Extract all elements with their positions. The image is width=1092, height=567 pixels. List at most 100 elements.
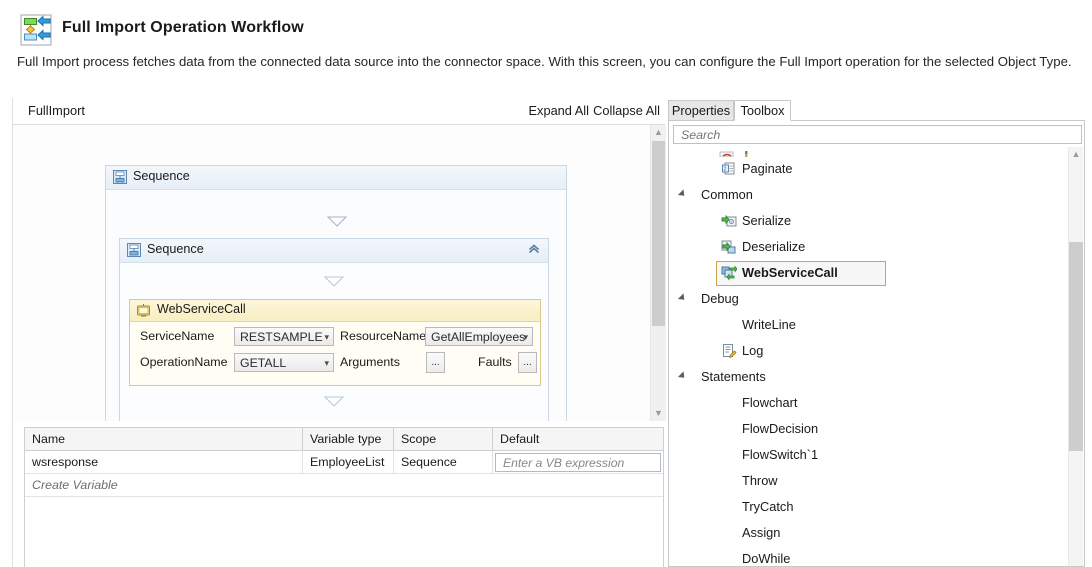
scroll-up-icon[interactable]: ▲ <box>651 125 666 140</box>
scroll-up-icon[interactable]: ▲ <box>1069 147 1083 161</box>
webservicecall-header[interactable]: WebServiceCall <box>130 300 540 322</box>
webservicecall-body: ServiceName RESTSAMPLE ▾ ResourceName Ge… <box>130 322 540 384</box>
toolbox-clipped-item[interactable] <box>670 147 1070 157</box>
toolbox-item-flowchart[interactable]: Flowchart <box>670 391 1070 417</box>
serialize-icon <box>721 213 737 229</box>
variables-grid[interactable]: Name Variable type Scope Default wsrespo… <box>24 427 664 567</box>
workflow-canvas[interactable]: Sequence Sequence WebServiceCall Service… <box>13 125 650 421</box>
toolbox-group-statements[interactable]: Statements <box>670 365 1070 391</box>
scroll-down-icon[interactable]: ▼ <box>651 406 666 421</box>
sequence-outer-header[interactable]: Sequence <box>106 166 566 190</box>
designer-toolbar: FullImport Expand All Collapse All <box>13 98 665 125</box>
toolbox-item-flowdecision[interactable]: FlowDecision <box>670 417 1070 443</box>
toolbox-item-label: Serialize <box>742 213 792 228</box>
sequence-icon <box>113 170 127 184</box>
toolbox-vertical-scrollbar[interactable]: ▲ <box>1068 147 1083 566</box>
variables-header-row: Name Variable type Scope Default <box>25 428 663 451</box>
chevron-down-icon: ▾ <box>324 358 329 368</box>
activity-webservicecall[interactable]: WebServiceCall ServiceName RESTSAMPLE ▾ … <box>129 299 541 386</box>
canvas-vertical-scrollbar[interactable]: ▲ ▼ <box>650 125 666 421</box>
workflow-designer-pane: FullImport Expand All Collapse All Seque… <box>12 98 666 567</box>
toolbox-item-paginate[interactable]: 2 Paginate <box>670 157 1070 183</box>
column-header-default[interactable]: Default <box>493 428 663 451</box>
toolbox-item-label: TryCatch <box>742 499 794 514</box>
resourcename-combobox[interactable]: GetAllEmployees ▾ <box>425 327 533 346</box>
tab-toolbox[interactable]: Toolbox <box>734 100 791 121</box>
tab-properties[interactable]: Properties <box>668 100 734 121</box>
drop-target-triangle-bottom[interactable] <box>323 394 345 407</box>
operationname-combobox[interactable]: GETALL ▾ <box>234 353 334 372</box>
field-label-operationname: OperationName <box>140 355 228 369</box>
toolbox-item-trycatch[interactable]: TryCatch <box>670 495 1070 521</box>
toolbox-item-label: Flowchart <box>742 395 798 410</box>
activity-sequence-outer[interactable]: Sequence Sequence WebServiceCall Service… <box>105 165 567 421</box>
chevron-down-icon: ▾ <box>523 332 528 342</box>
cell-variable-type[interactable]: EmployeeList <box>303 451 394 474</box>
cell-variable-scope[interactable]: Sequence <box>394 451 493 474</box>
sequence-inner-header[interactable]: Sequence <box>120 239 548 263</box>
expander-icon[interactable] <box>677 189 688 199</box>
webservicecall-icon <box>136 303 151 318</box>
double-chevron-up-icon[interactable] <box>526 242 542 258</box>
import-workflow-icon <box>19 13 53 47</box>
webservicecall-icon <box>721 265 738 281</box>
toolbox-pane: Properties Toolbox Search 2 Paginate Com… <box>668 100 1092 567</box>
svg-text:2: 2 <box>724 167 727 173</box>
toolbox-item-assign[interactable]: Assign <box>670 521 1070 547</box>
column-header-scope[interactable]: Scope <box>394 428 493 451</box>
column-header-variable-type[interactable]: Variable type <box>303 428 394 451</box>
field-label-arguments: Arguments <box>340 355 400 369</box>
toolbox-item-label: Deserialize <box>742 239 806 254</box>
cell-variable-name[interactable]: wsresponse <box>25 451 303 474</box>
toolbox-group-common[interactable]: Common <box>670 183 1070 209</box>
arguments-ellipsis-button[interactable]: ... <box>426 352 445 373</box>
variables-panel: Name Variable type Scope Default wsrespo… <box>13 423 665 567</box>
operationname-value: GETALL <box>240 356 287 370</box>
toolbox-item-label: FlowSwitch`1 <box>742 447 819 462</box>
drop-target-triangle-outer[interactable] <box>326 214 348 227</box>
breadcrumb[interactable]: FullImport <box>28 103 85 118</box>
resourcename-value: GetAllEmployees <box>431 330 526 344</box>
toolbox-item-webservicecall[interactable]: WebServiceCall <box>670 261 1070 287</box>
toolbox-item-dowhile[interactable]: DoWhile <box>670 547 1070 566</box>
toolbox-group-label: Debug <box>701 291 739 306</box>
activity-sequence-inner[interactable]: Sequence WebServiceCall ServiceName REST… <box>119 238 549 421</box>
create-variable-label[interactable]: Create Variable <box>25 474 663 497</box>
canvas-scroll-thumb[interactable] <box>652 141 665 326</box>
paginate-icon: 2 <box>721 161 737 177</box>
servicename-combobox[interactable]: RESTSAMPLE ▾ <box>234 327 334 346</box>
toolbox-item-label: Paginate <box>742 161 793 176</box>
collapse-all-link[interactable]: Collapse All <box>593 103 660 118</box>
toolbox-group-label: Common <box>701 187 753 202</box>
log-icon <box>721 343 737 359</box>
faults-ellipsis-button[interactable]: ... <box>518 352 537 373</box>
toolbox-item-label: WebServiceCall <box>742 265 838 280</box>
webservicecall-label: WebServiceCall <box>157 302 246 316</box>
column-header-name[interactable]: Name <box>25 428 303 451</box>
toolbox-item-log[interactable]: Log <box>670 339 1070 365</box>
toolbox-item-serialize[interactable]: Serialize <box>670 209 1070 235</box>
toolbox-item-flowswitch[interactable]: FlowSwitch`1 <box>670 443 1070 469</box>
cell-variable-default-input[interactable]: Enter a VB expression <box>495 453 661 472</box>
toolbox-scroll-thumb[interactable] <box>1069 242 1083 451</box>
toolbox-item-throw[interactable]: Throw <box>670 469 1070 495</box>
drop-target-triangle-inner[interactable] <box>323 274 345 287</box>
sequence-inner-label: Sequence <box>147 242 204 256</box>
expander-icon[interactable] <box>677 371 688 381</box>
page-title: Full Import Operation Workflow <box>62 19 304 36</box>
chevron-down-icon: ▾ <box>324 332 329 342</box>
toolbox-item-deserialize[interactable]: Deserialize <box>670 235 1070 261</box>
toolbox-group-debug[interactable]: Debug <box>670 287 1070 313</box>
create-variable-row[interactable]: Create Variable <box>25 474 663 497</box>
search-input[interactable]: Search <box>673 125 1082 144</box>
field-label-resourcename: ResourceName <box>340 329 427 343</box>
expand-all-link[interactable]: Expand All <box>529 103 589 118</box>
table-row[interactable]: wsresponse EmployeeList Sequence Enter a… <box>25 451 663 474</box>
toolbox-tree[interactable]: 2 Paginate Common Serialize Deserialize … <box>670 147 1070 566</box>
toolbox-item-label: Assign <box>742 525 781 540</box>
toolbox-body: Search 2 Paginate Common Serialize Deser… <box>668 120 1085 567</box>
toolbox-item-writeline[interactable]: WriteLine <box>670 313 1070 339</box>
expander-icon[interactable] <box>677 293 688 303</box>
toolbox-item-label: Throw <box>742 473 778 488</box>
sequence-icon <box>127 243 141 257</box>
